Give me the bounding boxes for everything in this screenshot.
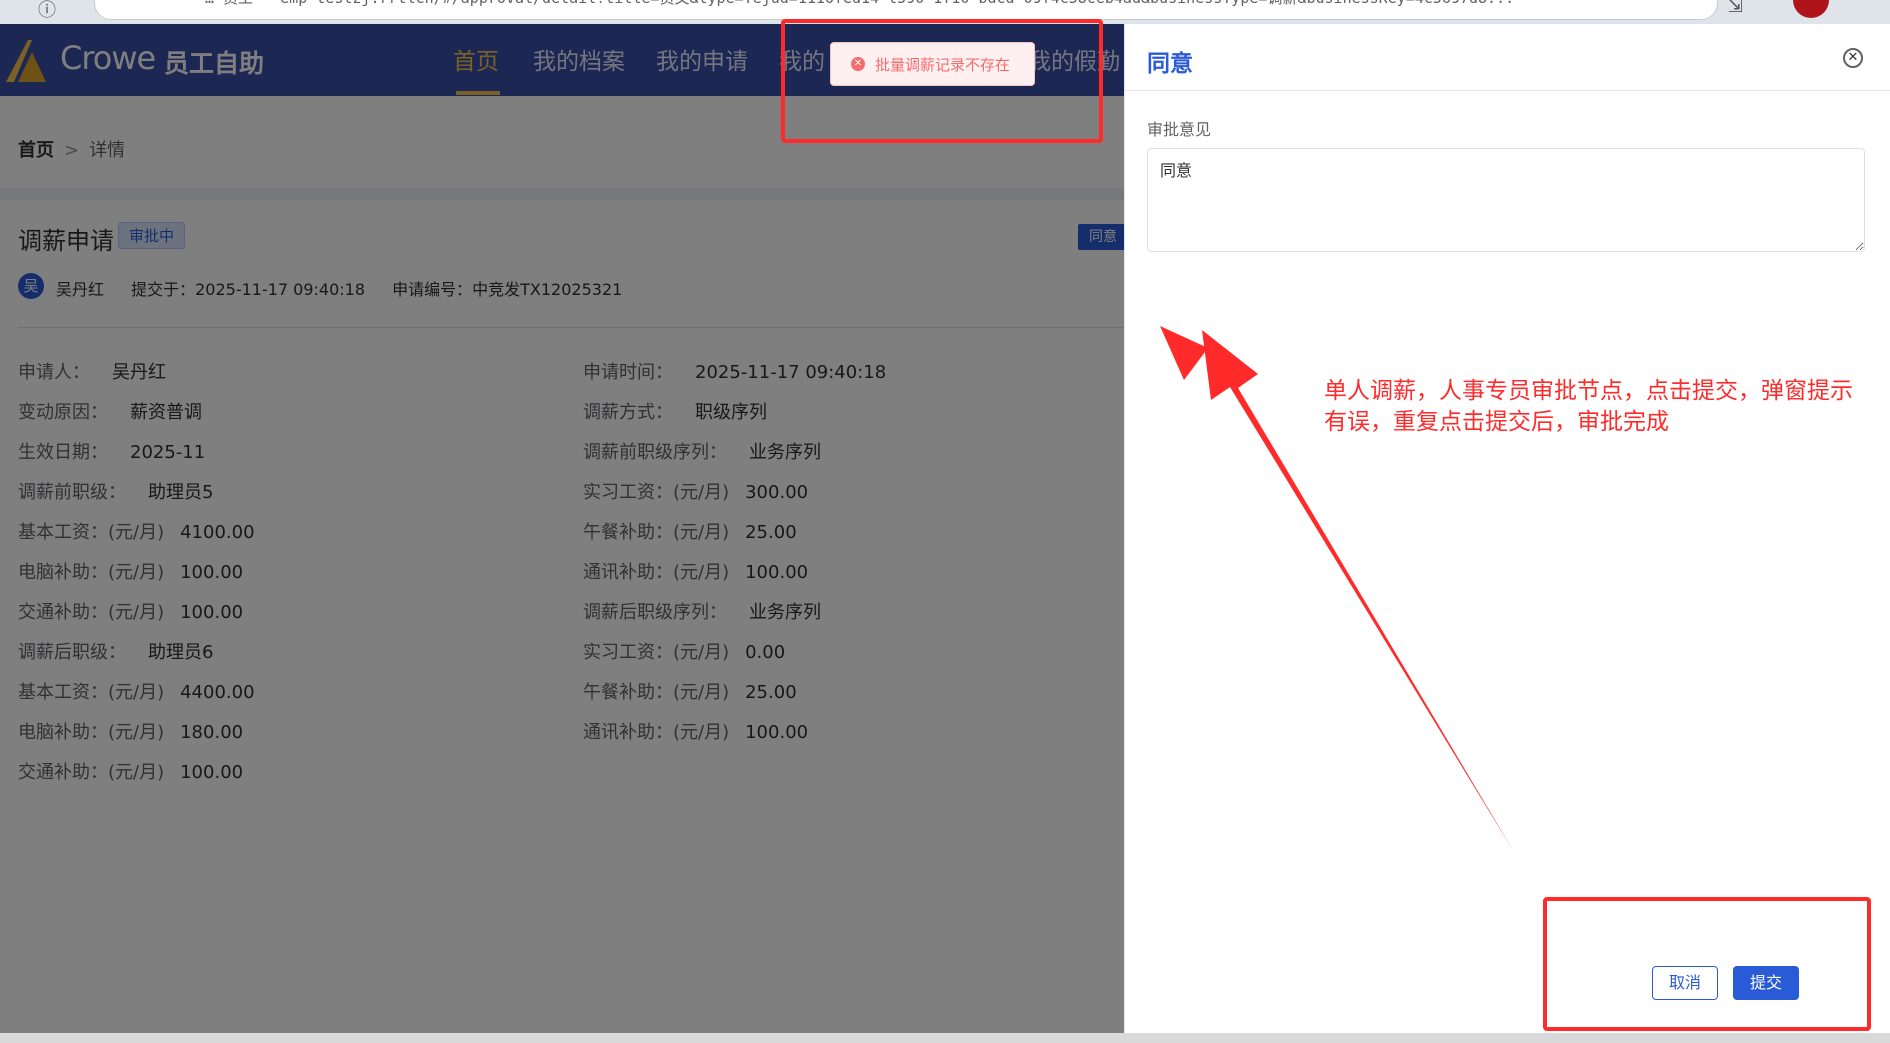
annotation-note: 单人调薪，人事专员审批节点，点击提交，弹窗提示有误，重复点击提交后，审批完成 (1324, 378, 1853, 435)
page-bottom-edge (0, 1033, 1890, 1043)
cancel-button[interactable]: 取消 (1652, 966, 1718, 1000)
submit-button[interactable]: 提交 (1733, 966, 1799, 1000)
annotation-box-buttons (1543, 897, 1871, 1031)
annotation-arrow-icon (1160, 326, 1514, 852)
